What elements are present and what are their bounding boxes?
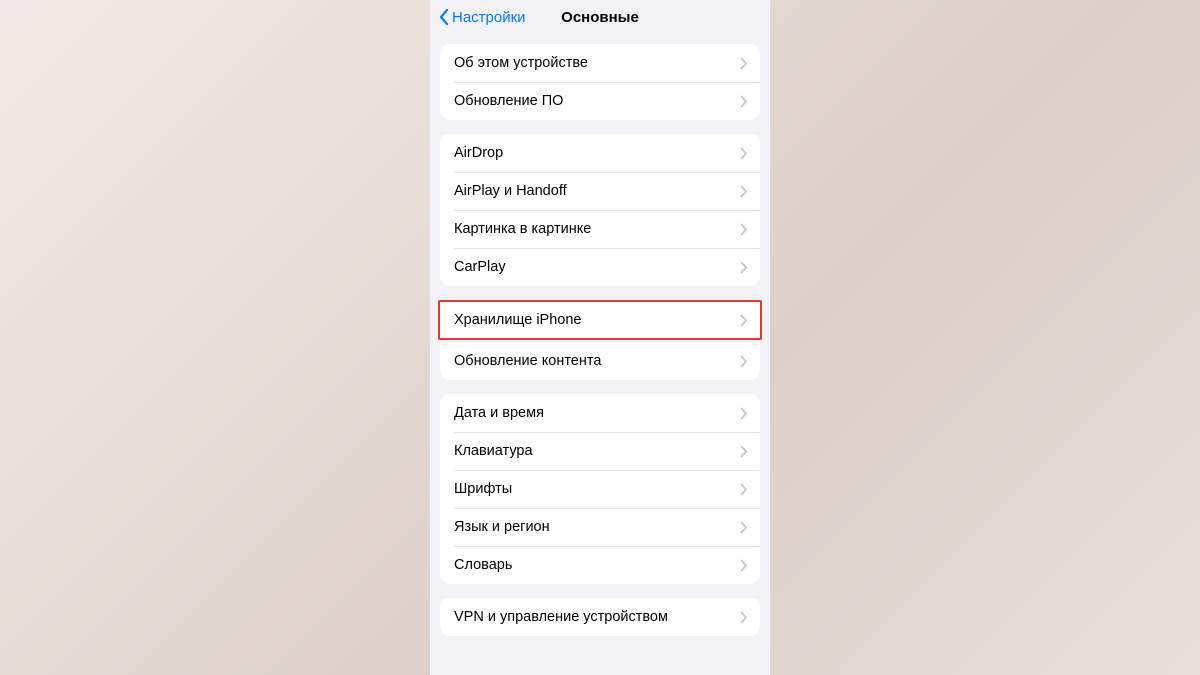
row-fonts[interactable]: Шрифты — [440, 470, 760, 508]
chevron-right-icon — [740, 185, 748, 198]
chevron-right-icon — [740, 611, 748, 624]
row-iphone-storage[interactable]: Хранилище iPhone — [440, 302, 760, 338]
row-label: AirDrop — [454, 145, 503, 161]
row-label: Хранилище iPhone — [454, 312, 581, 328]
row-label: Дата и время — [454, 405, 544, 421]
row-label: VPN и управление устройством — [454, 609, 668, 625]
row-airplay-handoff[interactable]: AirPlay и Handoff — [440, 172, 760, 210]
row-label: Шрифты — [454, 481, 512, 497]
row-label: Картинка в картинке — [454, 221, 591, 237]
chevron-right-icon — [740, 355, 748, 368]
row-dictionary[interactable]: Словарь — [440, 546, 760, 584]
chevron-right-icon — [740, 445, 748, 458]
row-vpn-device-management[interactable]: VPN и управление устройством — [440, 598, 760, 636]
chevron-right-icon — [740, 95, 748, 108]
row-airdrop[interactable]: AirDrop — [440, 134, 760, 172]
back-label: Настройки — [452, 9, 526, 26]
row-label: Об этом устройстве — [454, 55, 588, 71]
settings-group-connectivity: AirDrop AirPlay и Handoff Картинка в кар… — [440, 134, 760, 286]
row-label: Язык и регион — [454, 519, 550, 535]
row-software-update[interactable]: Обновление ПО — [440, 82, 760, 120]
chevron-right-icon — [740, 407, 748, 420]
chevron-right-icon — [740, 57, 748, 70]
settings-group-about: Об этом устройстве Обновление ПО — [440, 44, 760, 120]
row-label: AirPlay и Handoff — [454, 183, 567, 199]
row-keyboard[interactable]: Клавиатура — [440, 432, 760, 470]
back-button[interactable]: Настройки — [438, 8, 526, 26]
chevron-left-icon — [438, 8, 450, 26]
chevron-right-icon — [740, 521, 748, 534]
settings-group-system: Дата и время Клавиатура Шрифты Язык и ре… — [440, 394, 760, 584]
settings-group-storage: Обновление контента — [440, 342, 760, 380]
settings-general-screen: Настройки Основные Об этом устройстве Об… — [430, 0, 770, 675]
row-label: Словарь — [454, 557, 512, 573]
chevron-right-icon — [740, 261, 748, 274]
chevron-right-icon — [740, 314, 748, 327]
settings-content: Об этом устройстве Обновление ПО AirDrop — [430, 44, 770, 636]
row-carplay[interactable]: CarPlay — [440, 248, 760, 286]
navigation-bar: Настройки Основные — [430, 0, 770, 34]
row-picture-in-picture[interactable]: Картинка в картинке — [440, 210, 760, 248]
chevron-right-icon — [740, 559, 748, 572]
settings-group-vpn: VPN и управление устройством — [440, 598, 760, 636]
row-background-app-refresh[interactable]: Обновление контента — [440, 342, 760, 380]
chevron-right-icon — [740, 147, 748, 160]
row-label: Клавиатура — [454, 443, 533, 459]
chevron-right-icon — [740, 483, 748, 496]
row-label: CarPlay — [454, 259, 506, 275]
highlighted-row-iphone-storage: Хранилище iPhone — [438, 300, 762, 340]
chevron-right-icon — [740, 223, 748, 236]
row-about-device[interactable]: Об этом устройстве — [440, 44, 760, 82]
row-label: Обновление контента — [454, 353, 601, 369]
page-title: Основные — [561, 9, 639, 26]
row-date-time[interactable]: Дата и время — [440, 394, 760, 432]
row-label: Обновление ПО — [454, 93, 563, 109]
row-language-region[interactable]: Язык и регион — [440, 508, 760, 546]
